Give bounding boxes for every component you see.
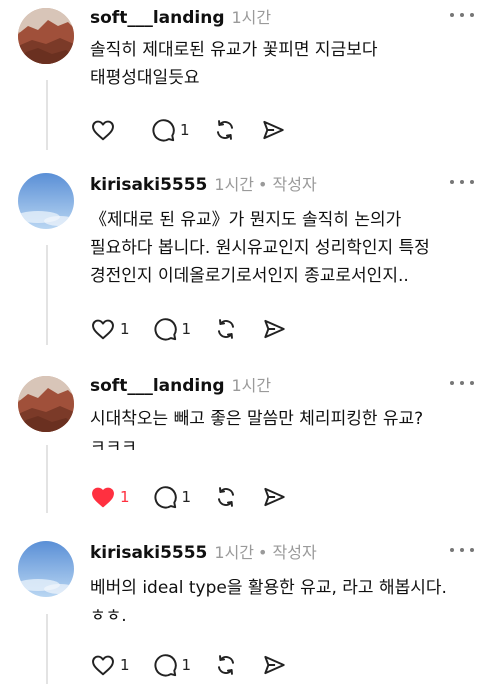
comment-line: ㅎㅎ. (90, 606, 127, 626)
thread-line (46, 80, 48, 150)
comment-text: 베버의 ideal type을 활용한 유교, 라고 해봅시다. ㅎㅎ. (90, 574, 490, 630)
action-bar: 1 1 (90, 316, 309, 342)
timestamp: 1시간 (214, 543, 255, 562)
thread-line (46, 245, 48, 345)
repost-button[interactable] (213, 652, 239, 678)
heart-filled-icon (92, 487, 114, 508)
more-options-icon[interactable] (450, 177, 474, 187)
comment-line: ㅋㅋㅋ (90, 437, 137, 457)
repost-icon (216, 120, 233, 140)
heart-icon (92, 319, 114, 340)
comment-header: kirisaki5555 1시간 • 작성자 (90, 539, 317, 563)
reply-count: 1 (180, 121, 190, 139)
like-button[interactable]: 1 (90, 316, 130, 342)
like-count: 1 (120, 656, 130, 674)
sky-avatar-image (18, 541, 74, 597)
share-button[interactable] (260, 117, 286, 143)
comment-line: 《제대로 된 유교》가 뭔지도 솔직히 논의가 (90, 210, 402, 230)
comment-line: 필요하다 봅니다. 원시유교인지 성리학인지 특정 (90, 238, 430, 258)
reply-count: 1 (181, 320, 192, 338)
like-count: 1 (120, 320, 130, 338)
avatar[interactable] (18, 173, 74, 229)
avatar[interactable] (18, 8, 74, 64)
action-bar: 1 1 (90, 652, 309, 678)
comment-header: soft___landing 1시간 (90, 372, 275, 396)
like-button[interactable]: 1 (90, 484, 130, 510)
repost-button[interactable] (213, 484, 239, 510)
comment-bubble-icon (152, 119, 175, 142)
author-tag: • 작성자 (258, 543, 317, 562)
reply-count: 1 (181, 488, 192, 506)
repost-button[interactable] (212, 117, 238, 143)
landscape-avatar-image (18, 8, 74, 64)
reply-button[interactable]: 1 (152, 484, 192, 510)
comment-line: 태평성대일듯요 (90, 68, 200, 88)
repost-icon (218, 319, 235, 339)
action-bar: 1 1 (90, 484, 309, 510)
reply-button[interactable]: 1 (152, 316, 192, 342)
send-icon (264, 655, 285, 675)
heart-icon (92, 655, 114, 676)
like-count: 1 (120, 488, 130, 506)
send-icon (264, 319, 285, 339)
timestamp: 1시간 (214, 175, 255, 194)
comment-text: 시대착오는 빼고 좋은 말씀만 체리피킹한 유교? ㅋㅋㅋ (90, 405, 490, 461)
timestamp: 1시간 (231, 376, 272, 395)
share-button[interactable] (261, 652, 287, 678)
repost-button[interactable] (213, 316, 239, 342)
comment-line: 경전인지 이데올로기로서인지 종교로서인지.. (90, 266, 409, 286)
like-button[interactable] (90, 117, 128, 143)
username[interactable]: kirisaki5555 (90, 543, 207, 563)
landscape-avatar-image (18, 376, 74, 432)
more-options-icon[interactable] (450, 10, 474, 20)
comment-line: 베버의 ideal type을 활용한 유교, 라고 해봅시다. (90, 578, 447, 598)
send-icon (264, 487, 285, 507)
heart-icon (92, 120, 114, 141)
timestamp: 1시간 (231, 8, 272, 27)
username[interactable]: soft___landing (90, 8, 225, 28)
comment-text: 솔직히 제대로된 유교가 꽃피면 지금보다 태평성대일듯요 (90, 36, 490, 92)
more-options-icon[interactable] (450, 378, 474, 388)
repost-icon (218, 655, 235, 675)
reply-count: 1 (181, 656, 192, 674)
comment-text: 《제대로 된 유교》가 뭔지도 솔직히 논의가 필요하다 봅니다. 원시유교인지… (90, 206, 490, 290)
more-options-icon[interactable] (450, 545, 474, 555)
avatar[interactable] (18, 541, 74, 597)
action-bar: 1 (90, 117, 308, 143)
comment-line: 시대착오는 빼고 좋은 말씀만 체리피킹한 유교? (90, 409, 424, 429)
repost-icon (218, 487, 235, 507)
comment-bubble-icon (154, 486, 177, 509)
share-button[interactable] (261, 484, 287, 510)
send-icon (262, 120, 284, 140)
comment-header: kirisaki5555 1시간 • 작성자 (90, 171, 317, 195)
thread-line (46, 614, 48, 684)
author-tag: • 작성자 (258, 175, 317, 194)
reply-button[interactable]: 1 (150, 117, 190, 143)
comment-header: soft___landing 1시간 (90, 4, 275, 28)
comment-line: 솔직히 제대로된 유교가 꽃피면 지금보다 (90, 40, 378, 60)
sky-avatar-image (18, 173, 74, 229)
avatar[interactable] (18, 376, 74, 432)
reply-button[interactable]: 1 (152, 652, 192, 678)
comment-bubble-icon (154, 654, 177, 677)
username[interactable]: soft___landing (90, 376, 225, 396)
username[interactable]: kirisaki5555 (90, 175, 207, 195)
comment-bubble-icon (154, 318, 177, 341)
like-button[interactable]: 1 (90, 652, 130, 678)
thread-line (46, 445, 48, 513)
share-button[interactable] (261, 316, 287, 342)
